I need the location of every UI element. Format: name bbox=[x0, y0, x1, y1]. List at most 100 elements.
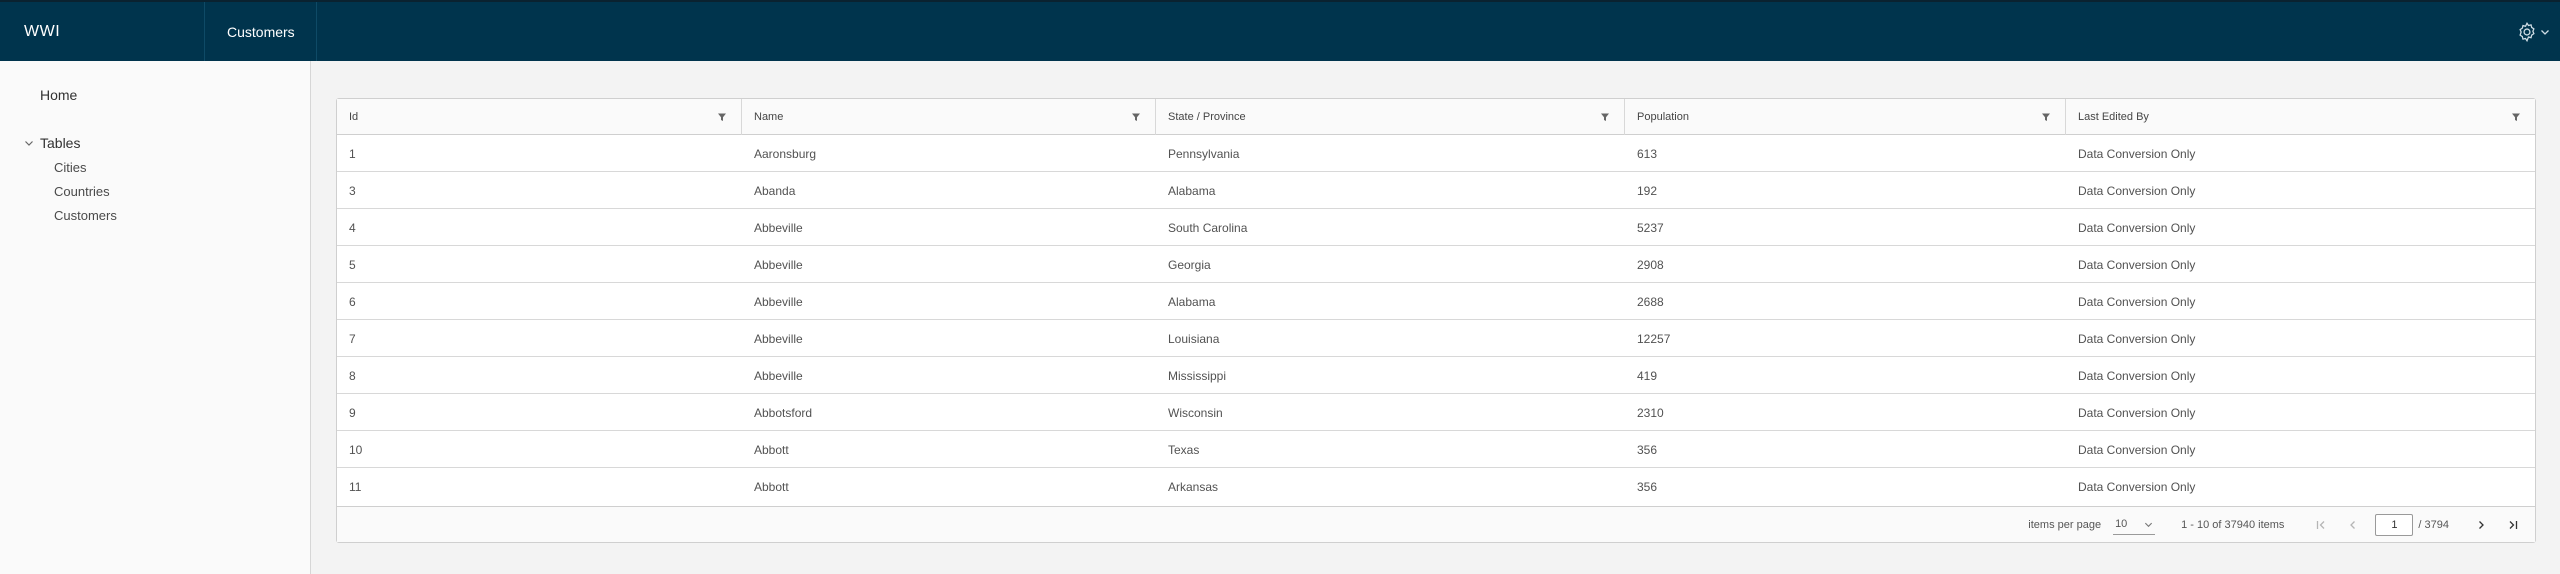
column-header-last-edited-by[interactable]: Last Edited By bbox=[2066, 99, 2535, 135]
last-page-icon bbox=[2509, 520, 2518, 529]
filter-icon[interactable] bbox=[1131, 112, 1141, 122]
cell-population: 613 bbox=[1637, 146, 1658, 161]
cell-state: Louisiana bbox=[1168, 331, 1220, 346]
filter-icon[interactable] bbox=[2041, 112, 2051, 122]
pagination-range: 1 - 10 of 37940 items bbox=[2181, 518, 2285, 531]
table-row[interactable]: 7 Abbeville Louisiana 12257 Data Convers… bbox=[337, 320, 2535, 357]
cell-population: 2310 bbox=[1637, 405, 1664, 420]
column-header-label: Name bbox=[754, 111, 784, 123]
sidebar-item-cities[interactable]: Cities bbox=[54, 160, 87, 175]
cell-id: 8 bbox=[349, 368, 356, 383]
cell-last-edited-by: Data Conversion Only bbox=[2078, 442, 2196, 457]
cell-id: 4 bbox=[349, 220, 356, 235]
cell-id: 7 bbox=[349, 331, 356, 346]
cell-state: Arkansas bbox=[1168, 479, 1219, 494]
data-grid: Id Name State / Province Population Last… bbox=[336, 98, 2536, 543]
cell-last-edited-by: Data Conversion Only bbox=[2078, 220, 2196, 235]
chevron-down-icon bbox=[2145, 522, 2153, 527]
cell-last-edited-by: Data Conversion Only bbox=[2078, 331, 2196, 346]
cell-id: 11 bbox=[349, 479, 362, 494]
last-page-button[interactable] bbox=[2503, 515, 2523, 535]
cell-last-edited-by: Data Conversion Only bbox=[2078, 257, 2196, 272]
sidebar-group-tables[interactable]: Tables bbox=[24, 135, 80, 151]
chevron-down-icon bbox=[2541, 29, 2549, 35]
cell-id: 5 bbox=[349, 257, 356, 272]
items-per-page-value: 10 bbox=[2115, 518, 2128, 530]
total-pages: / 3794 bbox=[2418, 518, 2449, 531]
header-tab-customers[interactable]: Customers bbox=[205, 2, 317, 61]
cell-id: 6 bbox=[349, 294, 356, 309]
grid-header: Id Name State / Province Population Last… bbox=[337, 99, 2535, 135]
table-row[interactable]: 3 Abanda Alabama 192 Data Conversion Onl… bbox=[337, 172, 2535, 209]
cell-last-edited-by: Data Conversion Only bbox=[2078, 368, 2196, 383]
sidebar-group-label: Tables bbox=[40, 135, 81, 151]
cell-name: Abbeville bbox=[754, 257, 803, 272]
sidebar-item-home[interactable]: Home bbox=[40, 87, 77, 103]
cell-last-edited-by: Data Conversion Only bbox=[2078, 183, 2196, 198]
first-page-button[interactable] bbox=[2311, 515, 2331, 535]
cell-population: 192 bbox=[1637, 183, 1658, 198]
column-header-label: Population bbox=[1637, 111, 1689, 123]
items-per-page-select[interactable]: 10 bbox=[2113, 515, 2156, 535]
cell-name: Abbott bbox=[754, 479, 789, 494]
cell-population: 356 bbox=[1637, 479, 1658, 494]
table-row[interactable]: 1 Aaronsburg Pennsylvania 613 Data Conve… bbox=[337, 135, 2535, 172]
cell-last-edited-by: Data Conversion Only bbox=[2078, 146, 2196, 161]
column-header-population[interactable]: Population bbox=[1625, 99, 2066, 135]
grid-footer: items per page 10 1 - 10 of 37940 items … bbox=[337, 506, 2535, 542]
cell-name: Abbeville bbox=[754, 294, 803, 309]
cell-name: Abbeville bbox=[754, 331, 803, 346]
cell-population: 2688 bbox=[1637, 294, 1664, 309]
settings-menu-button[interactable] bbox=[2516, 21, 2550, 43]
app-brand[interactable]: WWI bbox=[0, 2, 205, 61]
cell-name: Abbeville bbox=[754, 368, 803, 383]
first-page-icon bbox=[2317, 520, 2325, 529]
app-header: WWI Customers bbox=[0, 0, 2560, 61]
previous-page-button[interactable] bbox=[2343, 515, 2363, 535]
column-header-name[interactable]: Name bbox=[742, 99, 1156, 135]
cell-state: Alabama bbox=[1168, 294, 1216, 309]
cell-name: Abbeville bbox=[754, 220, 803, 235]
cell-last-edited-by: Data Conversion Only bbox=[2078, 294, 2196, 309]
cell-id: 10 bbox=[349, 442, 363, 457]
table-row[interactable]: 9 Abbotsford Wisconsin 2310 Data Convers… bbox=[337, 394, 2535, 431]
filter-icon[interactable] bbox=[2511, 112, 2521, 122]
cell-state: Pennsylvania bbox=[1168, 146, 1240, 161]
cell-last-edited-by: Data Conversion Only bbox=[2078, 479, 2196, 494]
cell-id: 1 bbox=[349, 146, 356, 161]
column-header-label: State / Province bbox=[1168, 111, 1246, 123]
cell-population: 2908 bbox=[1637, 257, 1664, 272]
table-row[interactable]: 10 Abbott Texas 356 Data Conversion Only bbox=[337, 431, 2535, 468]
gear-icon bbox=[2519, 21, 2535, 42]
sidebar: Home Tables Cities Countries Customers bbox=[0, 61, 311, 574]
table-row[interactable]: 5 Abbeville Georgia 2908 Data Conversion… bbox=[337, 246, 2535, 283]
cell-name: Abbotsford bbox=[754, 405, 813, 420]
column-header-state[interactable]: State / Province bbox=[1156, 99, 1625, 135]
cell-population: 356 bbox=[1637, 442, 1658, 457]
chevron-down-icon bbox=[25, 141, 33, 146]
next-page-button[interactable] bbox=[2471, 515, 2491, 535]
sidebar-item-customers[interactable]: Customers bbox=[54, 208, 117, 223]
cell-state: Wisconsin bbox=[1168, 405, 1223, 420]
cell-state: Mississippi bbox=[1168, 368, 1227, 383]
column-header-label: Id bbox=[349, 111, 359, 123]
items-per-page-label: items per page bbox=[2028, 518, 2102, 531]
cell-last-edited-by: Data Conversion Only bbox=[2078, 405, 2196, 420]
cell-name: Abanda bbox=[754, 183, 796, 198]
cell-state: South Carolina bbox=[1168, 220, 1248, 235]
table-row[interactable]: 8 Abbeville Mississippi 419 Data Convers… bbox=[337, 357, 2535, 394]
filter-icon[interactable] bbox=[1600, 112, 1610, 122]
cell-name: Aaronsburg bbox=[754, 146, 817, 161]
cell-id: 3 bbox=[349, 183, 356, 198]
column-header-id[interactable]: Id bbox=[337, 99, 742, 135]
column-header-label: Last Edited By bbox=[2078, 111, 2149, 123]
table-row[interactable]: 6 Abbeville Alabama 2688 Data Conversion… bbox=[337, 283, 2535, 320]
current-page-input[interactable] bbox=[2375, 513, 2414, 536]
sidebar-item-countries[interactable]: Countries bbox=[54, 184, 110, 199]
chevron-left-icon bbox=[2350, 520, 2356, 529]
cell-name: Abbott bbox=[754, 442, 789, 457]
cell-id: 9 bbox=[349, 405, 356, 420]
table-row[interactable]: 11 Abbott Arkansas 356 Data Conversion O… bbox=[337, 468, 2535, 505]
table-row[interactable]: 4 Abbeville South Carolina 5237 Data Con… bbox=[337, 209, 2535, 246]
filter-icon[interactable] bbox=[717, 112, 727, 122]
